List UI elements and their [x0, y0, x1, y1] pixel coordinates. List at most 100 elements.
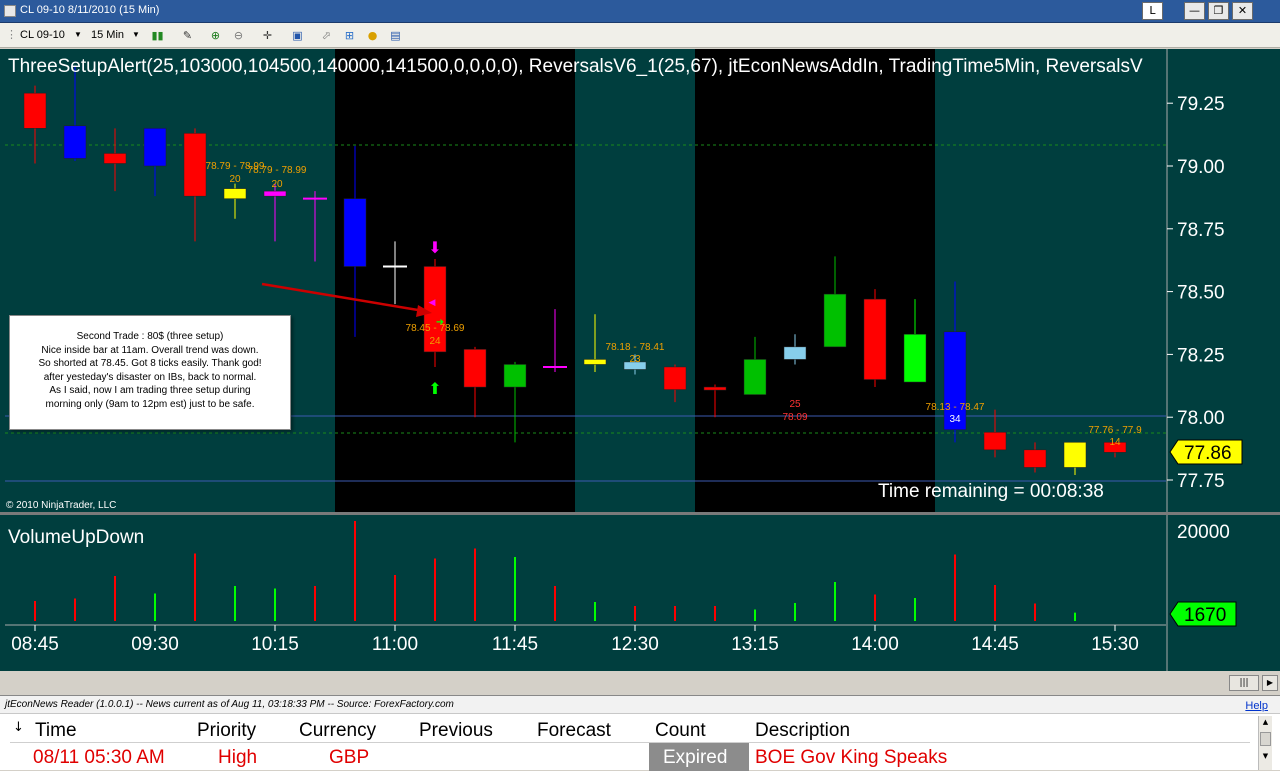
candle-body [143, 128, 167, 167]
price-tick-label: 77.75 [1177, 471, 1225, 492]
candle-body [503, 364, 527, 388]
price-annotation: 77.76 - 77.9 [1088, 425, 1142, 436]
candle-body [343, 198, 367, 267]
candle-body [863, 298, 887, 380]
candle-body [703, 386, 727, 391]
interval-selector[interactable]: 15 Min [91, 27, 124, 44]
note-line: morning only (9am to 12pm est) just to b… [45, 398, 255, 410]
time-tick-label: 11:45 [492, 634, 538, 655]
instrument-selector[interactable]: CL 09-10 [20, 27, 65, 44]
candle-body [63, 125, 87, 159]
time-tick-label: 15:30 [1091, 634, 1139, 655]
price-annotation: 24 [429, 336, 441, 347]
news-header: jtEconNews Reader (1.0.0.1) -- News curr… [0, 696, 1280, 714]
candle-body [903, 334, 927, 383]
candle-body [103, 153, 127, 164]
time-tick-label: 12:30 [611, 634, 659, 655]
scroll-thumb[interactable]: ||| [1229, 675, 1259, 691]
trade-note[interactable]: Second Trade : 80$ (three setup) Nice in… [9, 315, 291, 430]
note-line: Nice inside bar at 11am. Overall trend w… [41, 344, 259, 356]
session-shade [695, 49, 935, 512]
time-tick-label: 08:45 [11, 634, 59, 655]
snapshot-icon[interactable]: ▣ [290, 28, 305, 43]
candle-body [583, 359, 607, 365]
last-price-value: 77.86 [1184, 443, 1232, 464]
note-line: As I said, now I am trading three setup … [49, 385, 251, 396]
candle-body [1063, 442, 1087, 468]
chart-scrollbar[interactable]: ||| ▶ [0, 671, 1280, 695]
indicators-icon[interactable]: ● [365, 28, 380, 43]
zoom-out-icon[interactable]: ⊖ [231, 28, 246, 43]
interval-dropdown-icon[interactable]: ▼ [132, 27, 140, 44]
window-title: CL 09-10 8/11/2010 (15 Min) [20, 4, 160, 16]
price-tick-label: 79.00 [1177, 157, 1225, 178]
crosshair-icon[interactable]: ✛ [260, 28, 275, 43]
note-line: Second Trade : 80$ (three setup) [76, 331, 224, 342]
price-annotation: 34 [949, 414, 961, 425]
col-currency[interactable]: Currency [299, 720, 376, 742]
bar-style-icon[interactable]: ▮▮ [150, 28, 165, 43]
help-link[interactable]: Help [1245, 697, 1268, 715]
short-signal-arrow-icon: ⬇ [428, 240, 441, 257]
time-tick-label: 14:45 [971, 634, 1019, 655]
time-tick-label: 09:30 [131, 634, 179, 655]
sort-arrow-icon[interactable]: ↓ [13, 720, 24, 735]
col-priority[interactable]: Priority [197, 720, 256, 742]
news-scrollbar[interactable]: ▲ ▼ [1258, 716, 1272, 770]
time-tick-label: 14:00 [851, 634, 899, 655]
scroll-right-arrow-icon[interactable]: ▶ [1262, 675, 1278, 691]
app-icon [4, 5, 16, 17]
volume-axis-label: 20000 [1177, 522, 1230, 543]
scroll-down-arrow-icon[interactable]: ▼ [1259, 750, 1272, 762]
price-tick-label: 78.00 [1177, 408, 1225, 429]
col-forecast[interactable]: Forecast [537, 720, 611, 742]
time-tick-label: 13:15 [731, 634, 779, 655]
candle-body [23, 92, 47, 129]
price-tick-label: 78.75 [1177, 220, 1225, 241]
expired-badge: Expired [649, 743, 749, 771]
time-remaining: Time remaining = 00:08:38 [878, 481, 1104, 502]
price-annotation: 78.13 - 78.47 [926, 402, 985, 413]
price-annotation: 78.79 - 78.99 [248, 165, 307, 176]
last-volume-value: 1670 [1184, 605, 1226, 626]
col-time[interactable]: Time [35, 720, 77, 742]
candle-body [783, 346, 807, 360]
note-line: after yesteday's disaster on IBs, back t… [43, 371, 257, 383]
price-annotation: 14 [1109, 437, 1121, 448]
candle-body [1023, 449, 1047, 468]
col-count[interactable]: Count [655, 720, 706, 742]
candle-body [983, 432, 1007, 451]
price-annotation: 20 [271, 179, 283, 190]
chart-area[interactable]: 78.79 - 78.99 20 78.79 - 78.99 20 78.45 - 78… [0, 49, 1280, 671]
news-reader-panel: jtEconNews Reader (1.0.0.1) -- News curr… [0, 695, 1280, 771]
minimize-button[interactable]: — [1184, 2, 1205, 20]
link-button[interactable]: L [1142, 2, 1163, 20]
col-description[interactable]: Description [755, 720, 850, 742]
news-row-description: BOE Gov King Speaks [755, 747, 948, 768]
candle-body [743, 359, 767, 395]
zoom-in-icon[interactable]: ⊕ [208, 28, 223, 43]
instrument-dropdown-icon[interactable]: ▼ [74, 27, 82, 44]
candle-body [823, 293, 847, 348]
news-row-currency: GBP [329, 747, 370, 768]
strategies-icon[interactable]: ⊞ [342, 28, 357, 43]
close-button[interactable]: ✕ [1232, 2, 1253, 20]
restore-button[interactable]: ❐ [1208, 2, 1229, 20]
price-tick-label: 79.25 [1177, 94, 1225, 115]
price-tick-label: 78.50 [1177, 283, 1225, 304]
news-scroll-thumb[interactable] [1260, 732, 1271, 746]
news-row-count: Expired [663, 747, 728, 768]
title-bar: CL 09-10 8/11/2010 (15 Min) L — ❐ ✕ [0, 0, 1280, 23]
price-annotation: 78.09 [782, 412, 807, 423]
panel-splitter [0, 512, 1280, 515]
draw-pencil-icon[interactable]: ✎ [180, 28, 195, 43]
indicator-header: ThreeSetupAlert(25,103000,104500,140000,… [8, 56, 1143, 77]
data-box-icon[interactable]: ▤ [388, 28, 403, 43]
header-divider [10, 742, 1250, 743]
price-annotation: 20 [229, 174, 241, 185]
chart-trader-icon[interactable]: ⬀ [319, 28, 334, 43]
candle-body [663, 366, 687, 390]
col-previous[interactable]: Previous [419, 720, 493, 742]
scroll-up-arrow-icon[interactable]: ▲ [1259, 716, 1272, 728]
chart-toolbar: ⋮ CL 09-10 ▼ 15 Min ▼ ▮▮ ✎ ⊕ ⊖ ✛ ▣ ⬀ ⊞ ●… [0, 23, 1280, 48]
